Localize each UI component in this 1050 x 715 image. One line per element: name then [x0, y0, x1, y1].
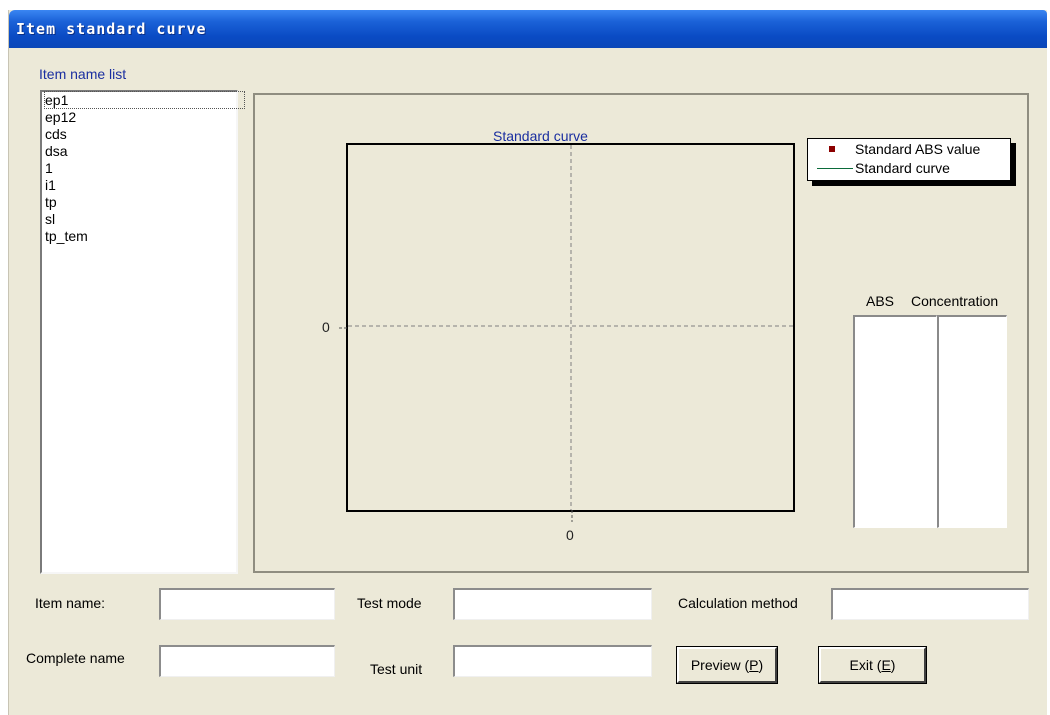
list-item-label: dsa: [45, 143, 68, 159]
concentration-column-header: Concentration: [911, 293, 999, 309]
item-name-label: Item name:: [35, 595, 106, 611]
exit-hotkey: E: [881, 657, 891, 673]
list-item[interactable]: i1: [42, 177, 236, 194]
list-item-label: cds: [45, 126, 67, 142]
list-item[interactable]: dsa: [42, 143, 236, 160]
chart-title: Standard curve: [493, 128, 588, 144]
square-marker-icon: [829, 146, 835, 152]
item-name-list-caption: Item name list: [39, 66, 127, 82]
complete-name-field[interactable]: [159, 645, 335, 677]
calculation-method-field[interactable]: [831, 588, 1029, 620]
list-item[interactable]: sl: [42, 211, 236, 228]
concentration-column-cells[interactable]: [937, 315, 1007, 528]
list-item[interactable]: tp: [42, 194, 236, 211]
list-item[interactable]: cds: [42, 126, 236, 143]
exit-button-text: Exit (: [849, 657, 882, 673]
abs-column-cells[interactable]: [853, 315, 937, 528]
exit-close-paren: ): [890, 657, 896, 673]
item-name-field[interactable]: [159, 588, 335, 620]
list-item-label: i1: [45, 177, 56, 193]
list-item[interactable]: 1: [42, 160, 236, 177]
test-mode-label: Test mode: [357, 595, 422, 611]
exit-button[interactable]: Exit (E): [818, 646, 927, 684]
plot-grid: [348, 145, 793, 510]
list-item-label: sl: [45, 211, 56, 227]
standard-curve-window: Item standard curve Item name list ep1 ep…: [8, 10, 1047, 715]
item-name-listbox[interactable]: ep1 ep12 cds dsa 1 i1 tp sl tp_tem: [40, 90, 246, 574]
preview-close-paren: ): [758, 657, 764, 673]
list-item-label: tp: [45, 194, 57, 210]
plot-area: [346, 143, 795, 512]
list-item[interactable]: ep1: [42, 91, 246, 109]
legend-label-abs: Standard ABS value: [855, 141, 981, 157]
line-marker-icon: [817, 168, 853, 169]
complete-name-label: Complete name: [26, 650, 125, 666]
list-item-label: 1: [45, 160, 53, 176]
x-axis-tick: [571, 510, 573, 522]
test-mode-field[interactable]: [453, 588, 652, 620]
legend-label-curve: Standard curve: [855, 160, 950, 176]
title-bar[interactable]: Item standard curve: [9, 10, 1047, 48]
calculation-method-label: Calculation method: [678, 595, 798, 611]
preview-button[interactable]: Preview (P): [676, 646, 778, 684]
abs-column-header: ABS: [866, 293, 895, 309]
list-item[interactable]: tp_tem: [42, 228, 236, 245]
window-title: Item standard curve: [16, 20, 207, 38]
list-item-label: ep12: [45, 109, 77, 125]
list-item-label: ep1: [43, 91, 246, 109]
chart-legend: Standard ABS value Standard curve: [807, 138, 1011, 181]
preview-hotkey: P: [749, 657, 759, 673]
test-unit-label: Test unit: [370, 661, 423, 677]
y-axis-tick: [339, 327, 347, 329]
list-item[interactable]: ep12: [42, 109, 236, 126]
test-unit-field[interactable]: [453, 645, 652, 677]
chart-panel: Standard curve 0 0 Standard ABS value St…: [253, 93, 1029, 573]
preview-button-text: Preview (: [690, 657, 750, 673]
list-item-label: tp_tem: [45, 228, 88, 244]
y-axis-zero-label: 0: [322, 319, 330, 335]
x-axis-zero-label: 0: [566, 527, 574, 543]
